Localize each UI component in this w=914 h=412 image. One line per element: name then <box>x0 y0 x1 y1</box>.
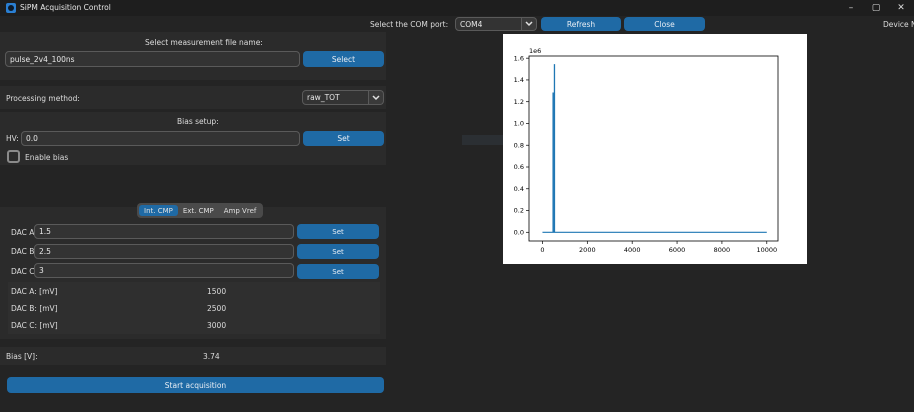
device-label: Device N <box>883 20 914 29</box>
pulse-chart: 0 2000 4000 6000 8000 10000 0.0 0.2 0.4 0.6 0.8 1.0… <box>514 47 779 254</box>
y-tick-label: 0.6 <box>514 163 524 171</box>
x-tick-label: 10000 <box>756 246 777 254</box>
tab-amp-vref[interactable]: Amp Vref <box>219 205 262 216</box>
y-tick-label: 0.8 <box>514 141 524 149</box>
dac-c-input[interactable]: 3 <box>34 263 294 278</box>
dac-a-label: DAC A <box>11 228 35 237</box>
dac-c-readout-label: DAC C: [mV] <box>11 321 58 330</box>
refresh-button[interactable]: Refresh <box>541 17 621 31</box>
y-tick-label: 1.4 <box>514 76 524 84</box>
start-acquisition-button[interactable]: Start acquisition <box>7 377 384 393</box>
bias-readout-value: 3.74 <box>203 352 220 361</box>
series-line <box>542 64 767 233</box>
processing-method-value: raw_TOT <box>307 93 340 102</box>
hv-set-button[interactable]: Set <box>303 131 384 146</box>
file-name-value: pulse_2v4_100ns <box>10 54 75 64</box>
y-scale-label: 1e6 <box>529 47 541 55</box>
file-name-input[interactable]: pulse_2v4_100ns <box>5 51 300 67</box>
y-tick-label: 0.0 <box>514 228 524 236</box>
dac-a-value: 1.5 <box>39 227 51 236</box>
x-tick-label: 8000 <box>714 246 731 254</box>
minimize-icon[interactable]: – <box>841 2 861 14</box>
dac-c-value: 3 <box>39 266 44 275</box>
x-tick-label: 4000 <box>624 246 641 254</box>
dac-c-readout-value: 3000 <box>207 321 227 330</box>
app-icon <box>6 3 16 13</box>
select-file-button[interactable]: Select <box>303 51 384 67</box>
y-tick-label: 1.2 <box>514 98 524 106</box>
maximize-icon[interactable]: ▢ <box>866 2 886 14</box>
close-port-button[interactable]: Close <box>624 17 705 31</box>
dac-tabview: Int. CMP Ext. CMP Amp Vref <box>137 203 264 218</box>
dac-a-set-button[interactable]: Set <box>297 224 379 239</box>
com-port-dropdown-button[interactable] <box>522 17 537 31</box>
dac-b-label: DAC B <box>11 247 35 256</box>
tab-int-cmp[interactable]: Int. CMP <box>139 205 178 216</box>
bias-heading: Bias setup: <box>177 117 219 126</box>
y-tick-label: 0.2 <box>514 207 524 215</box>
dac-c-set-button[interactable]: Set <box>297 264 379 279</box>
dac-b-readout-label: DAC B: [mV] <box>11 304 58 313</box>
close-window-icon[interactable]: ✕ <box>891 2 911 14</box>
window-title: SiPM Acquisition Control <box>20 3 111 12</box>
processing-dropdown-button[interactable] <box>369 90 384 105</box>
tab-ext-cmp[interactable]: Ext. CMP <box>178 205 219 216</box>
bias-readout-label: Bias [V]: <box>6 352 38 361</box>
hv-value: 0.0 <box>26 134 38 143</box>
window-titlebar <box>0 0 914 16</box>
enable-bias-label: Enable bias <box>25 153 69 162</box>
com-port-label: Select the COM port: <box>370 20 449 29</box>
dac-b-readout-value: 2500 <box>207 304 227 313</box>
dac-b-input[interactable]: 2.5 <box>34 244 294 259</box>
dac-readout-panel <box>8 282 380 334</box>
hv-label: HV: <box>6 134 19 143</box>
com-port-value: COM4 <box>460 19 483 29</box>
dac-b-set-button[interactable]: Set <box>297 244 379 259</box>
enable-bias-checkbox[interactable] <box>7 150 20 163</box>
chevron-down-icon <box>525 21 533 27</box>
x-tick-label: 6000 <box>669 246 686 254</box>
processing-method-select[interactable]: raw_TOT <box>302 90 369 105</box>
dac-a-readout-label: DAC A: [mV] <box>11 287 58 296</box>
x-tick-label: 2000 <box>579 246 596 254</box>
dac-a-input[interactable]: 1.5 <box>34 224 294 239</box>
bias-readout-section <box>0 347 386 365</box>
plot-frame <box>528 55 779 242</box>
y-tick-label: 1.6 <box>514 54 524 62</box>
y-tick-label: 0.4 <box>514 185 524 193</box>
com-port-select[interactable]: COM4 <box>455 17 522 31</box>
y-tick-label: 1.0 <box>514 120 524 128</box>
hv-input[interactable]: 0.0 <box>21 131 300 146</box>
processing-label: Processing method: <box>6 94 80 103</box>
file-heading: Select measurement file name: <box>145 38 263 47</box>
dac-b-value: 2.5 <box>39 247 51 256</box>
chevron-down-icon <box>372 94 380 100</box>
x-tick-label: 0 <box>540 246 544 254</box>
dac-a-readout-value: 1500 <box>207 287 227 296</box>
dac-c-label: DAC C <box>11 267 35 276</box>
plot-canvas[interactable]: 0 2000 4000 6000 8000 10000 0.0 0.2 0.4 0.6 0.8 1.0… <box>503 34 807 264</box>
